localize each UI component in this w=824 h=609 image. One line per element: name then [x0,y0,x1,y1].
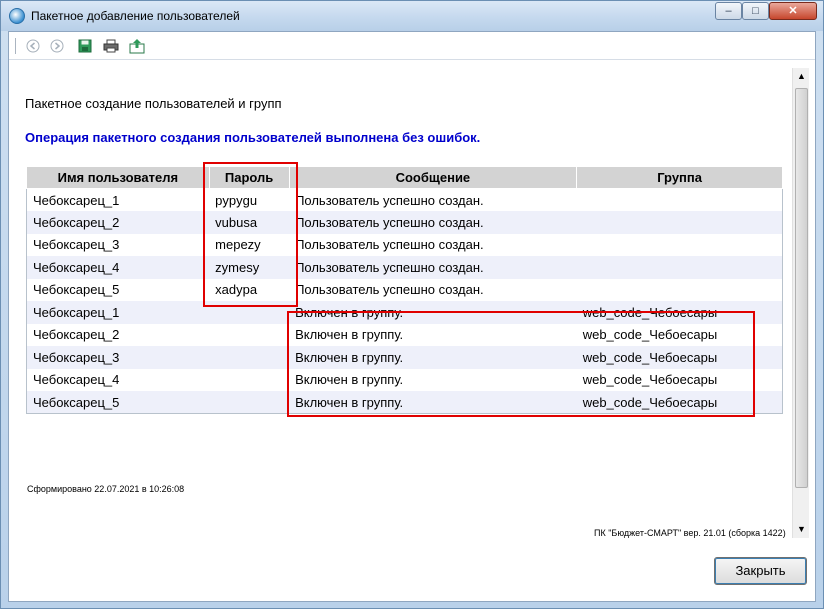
cell-user: Чебоксарец_4 [26,368,210,391]
cell-user: Чебоксарец_2 [26,323,210,346]
column-header-message: Сообщение [288,166,578,189]
cell-message: Пользователь успешно создан. [289,256,577,279]
table-row: Чебоксарец_5 xadypa Пользователь успешно… [26,278,783,301]
cell-group [576,278,783,301]
scroll-up-icon[interactable]: ▲ [793,68,810,85]
cell-message: Пользователь успешно создан. [289,188,577,211]
cell-user: Чебоксарец_2 [26,211,210,234]
cell-group [576,211,783,234]
minimize-button[interactable]: – [715,2,742,20]
table-header-row: Имя пользователя Пароль Сообщение Группа [26,166,783,189]
cell-password: mepezy [209,233,290,256]
table-row: Чебоксарец_2 Включен в группу. web_code_… [26,323,783,346]
report-title: Пакетное создание пользователей и групп [25,96,282,111]
cell-group [576,256,783,279]
cell-group [576,233,783,256]
cell-group: web_code_Чебоесары [576,346,783,369]
scroll-thumb[interactable] [795,88,808,488]
cell-group: web_code_Чебоесары [576,301,783,324]
results-table: Имя пользователя Пароль Сообщение Группа… [26,166,783,414]
column-header-user: Имя пользователя [26,166,210,189]
version-info: ПК "Бюджет-СМАРТ" вер. 21.01 (сборка 142… [594,528,786,538]
cell-password [209,323,290,346]
cell-user: Чебоксарец_5 [26,278,210,301]
table-row: Чебоксарец_1 Включен в группу. web_code_… [26,301,783,324]
table-row: Чебоксарец_1 pypygu Пользователь успешно… [26,188,783,211]
cell-user: Чебоксарец_5 [26,391,210,414]
client-area: ▲ ▼ Пакетное создание пользователей и гр… [8,31,816,602]
table-row: Чебоксарец_4 Включен в группу. web_code_… [26,368,783,391]
table-row: Чебоксарец_4 zymesy Пользователь успешно… [26,256,783,279]
cell-message: Включен в группу. [289,391,577,414]
table-row: Чебоксарец_5 Включен в группу. web_code_… [26,391,783,414]
scroll-down-icon[interactable]: ▼ [793,521,810,538]
cell-message: Включен в группу. [289,323,577,346]
cell-user: Чебоксарец_1 [26,301,210,324]
cell-password [209,346,290,369]
cell-group: web_code_Чебоесары [576,368,783,391]
table-row: Чебоксарец_3 mepezy Пользователь успешно… [26,233,783,256]
cell-password: pypygu [209,188,290,211]
cell-user: Чебоксарец_1 [26,188,210,211]
cell-password: vubusa [209,211,290,234]
close-button[interactable]: Закрыть [714,557,807,585]
dialog-window: Пакетное добавление пользователей – □ ✕ [0,0,824,609]
cell-group [576,188,783,211]
back-icon[interactable] [25,38,41,54]
cell-message: Пользователь успешно создан. [289,211,577,234]
title-bar[interactable]: Пакетное добавление пользователей – □ ✕ [1,1,823,31]
app-icon [9,8,25,24]
cell-user: Чебоксарец_3 [26,233,210,256]
maximize-button[interactable]: □ [742,2,769,20]
print-icon[interactable] [103,38,119,54]
cell-message: Пользователь успешно создан. [289,278,577,301]
table-row: Чебоксарец_3 Включен в группу. web_code_… [26,346,783,369]
close-window-button[interactable]: ✕ [769,2,817,20]
cell-password: zymesy [209,256,290,279]
table-row: Чебоксарец_2 vubusa Пользователь успешно… [26,211,783,234]
column-header-group: Группа [576,166,783,189]
cell-user: Чебоксарец_4 [26,256,210,279]
cell-group: web_code_Чебоесары [576,391,783,414]
cell-message: Пользователь успешно создан. [289,233,577,256]
column-header-password: Пароль [208,166,290,189]
cell-password [209,391,290,414]
forward-icon[interactable] [49,38,65,54]
cell-password [209,301,290,324]
vertical-scrollbar[interactable]: ▲ ▼ [792,68,809,538]
toolbar-separator [15,38,16,54]
cell-message: Включен в группу. [289,346,577,369]
cell-message: Включен в группу. [289,301,577,324]
cell-user: Чебоксарец_3 [26,346,210,369]
export-icon[interactable] [129,38,145,54]
window-title: Пакетное добавление пользователей [31,9,240,23]
save-icon[interactable] [77,38,93,54]
status-message: Операция пакетного создания пользователе… [25,130,481,145]
toolbar [9,32,815,60]
cell-message: Включен в группу. [289,368,577,391]
generated-timestamp: Сформировано 22.07.2021 в 10:26:08 [27,484,185,494]
cell-group: web_code_Чебоесары [576,323,783,346]
cell-password: xadypa [209,278,290,301]
cell-password [209,368,290,391]
